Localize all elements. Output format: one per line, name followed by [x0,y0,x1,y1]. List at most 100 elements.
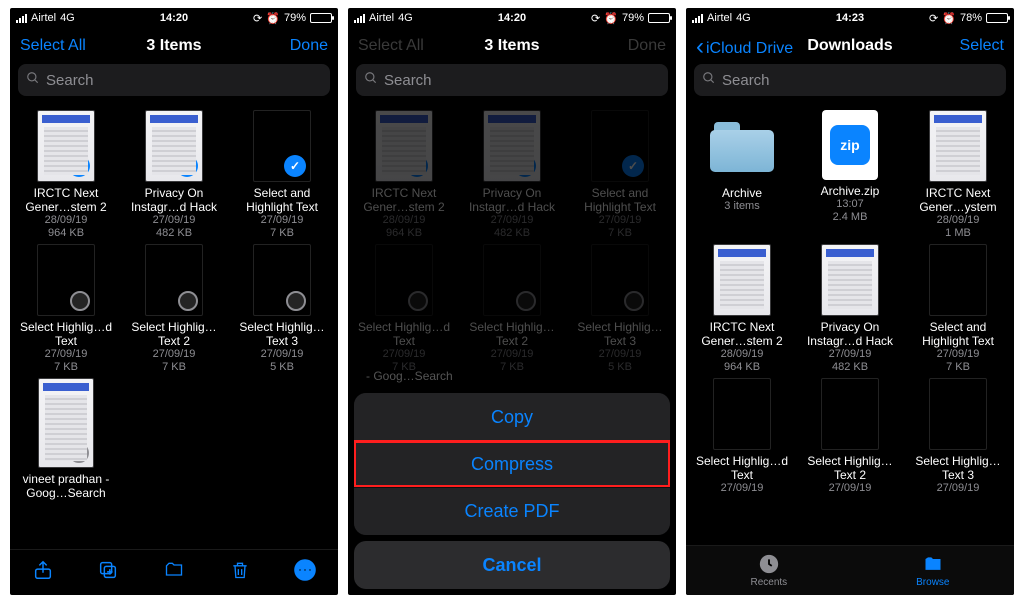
partial-file-label: - Goog…Search [366,369,453,383]
sheet-compress-button[interactable]: Compress [354,440,670,488]
nav-right-button[interactable]: Done [628,37,666,55]
file-item[interactable]: zipArchive.zip13:072.4 MB [798,110,902,240]
sheet-cancel-button[interactable]: Cancel [354,541,670,589]
clock-label: 14:23 [836,12,864,24]
file-item[interactable]: Privacy On Instagr…d Hack27/09/19482 KB [460,110,564,240]
document-thumbnail [713,244,771,316]
nav-title: Downloads [807,37,892,55]
status-bar: Airtel4G14:23⟳⏰78% [686,8,1014,28]
tab-bar: Recents Browse [686,545,1014,595]
tab-browse[interactable]: Browse [916,553,949,588]
nav-left-button[interactable]: iCloud Drive [696,32,793,60]
document-thumbnail [929,378,987,450]
file-item[interactable]: Archive3 items [690,110,794,240]
file-size: 964 KB [48,227,84,240]
file-size: 5 KB [608,361,632,374]
battery-icon [986,13,1008,23]
file-name: Privacy On Instagr…d Hack [124,186,224,214]
file-item[interactable]: Select and Highlight Text27/09/197 KB [906,244,1010,374]
battery-icon [648,13,670,23]
file-item[interactable]: Select and Highlight Text27/09/197 KB [230,110,334,240]
file-item[interactable]: Select Highlig…Text 327/09/195 KB [568,244,672,374]
file-date: 13:07 [836,198,864,211]
file-size: 482 KB [832,361,868,374]
more-icon [293,565,317,587]
file-item[interactable]: Select Highlig…d Text27/09/197 KB [352,244,456,374]
unselected-ring-icon [70,291,90,311]
search-icon [364,71,378,89]
search-input[interactable]: Search [18,64,330,96]
file-date: 28/09/19 [383,214,426,227]
tab-recents[interactable]: Recents [750,553,787,588]
carrier-label: Airtel [707,12,732,24]
file-date: 27/09/19 [599,348,642,361]
nav-right-button[interactable]: Done [290,37,328,55]
carrier-label: Airtel [369,12,394,24]
file-date: 3 items [724,200,759,213]
file-date: 27/09/19 [153,348,196,361]
file-item[interactable]: Privacy On Instagr…d Hack27/09/19482 KB [122,110,226,240]
nav-title: 3 Items [146,37,201,55]
unselected-ring-icon [624,291,644,311]
nav-left-button[interactable]: Select All [20,37,86,55]
nav-left-button[interactable]: Select All [358,37,424,55]
unselected-ring-icon [178,291,198,311]
file-date: 27/09/19 [937,348,980,361]
document-thumbnail [821,378,879,450]
file-size: 7 KB [608,227,632,240]
move-button[interactable] [154,560,194,586]
file-item[interactable]: Select Highlig…Text 227/09/197 KB [122,244,226,374]
file-name: IRCTC Next Gener…ystem [908,186,1008,214]
nav-header: iCloud Drive Downloads Select [686,28,1014,64]
file-item[interactable]: Select Highlig…Text 327/09/195 KB [230,244,334,374]
file-item[interactable]: IRCTC Next Gener…stem 228/09/19964 KB [352,110,456,240]
selected-checkmark-icon [622,155,644,177]
selected-checkmark-icon [406,155,428,177]
search-input[interactable]: Search [694,64,1006,96]
orientation-lock-icon: ⟳ [253,12,262,25]
zip-icon: zip [822,110,878,180]
nav-right-button[interactable]: Select [960,37,1004,55]
file-item[interactable]: vineet pradhan - Goog…Search [14,378,118,500]
file-size: 964 KB [386,227,422,240]
search-icon [26,71,40,89]
file-size: 7 KB [270,227,294,240]
file-name: vineet pradhan - Goog…Search [16,472,116,500]
document-thumbnail [253,244,311,316]
document-thumbnail [821,244,879,316]
search-placeholder: Search [46,72,94,89]
more-button[interactable] [285,558,325,588]
file-item[interactable]: Privacy On Instagr…d Hack27/09/19482 KB [798,244,902,374]
file-item[interactable]: Select Highlig…Text 227/09/197 KB [460,244,564,374]
sheet-create-pdf-button[interactable]: Create PDF [354,487,670,535]
search-input[interactable]: Search [356,64,668,96]
status-bar: Airtel4G14:20⟳⏰79% [10,8,338,28]
signal-icon [354,13,365,23]
move-icon [162,563,186,585]
alarm-icon: ⏰ [942,12,956,25]
file-name: Select Highlig…Text 2 [462,320,562,348]
duplicate-button[interactable] [88,559,128,587]
file-item[interactable]: IRCTC Next Gener…ystem28/09/191 MB [906,110,1010,240]
folder-icon [921,553,945,575]
file-item[interactable]: Select Highlig…d Text27/09/197 KB [14,244,118,374]
file-name: Select Highlig…Text 3 [570,320,670,348]
file-item[interactable]: IRCTC Next Gener…stem 228/09/19964 KB [14,110,118,240]
file-size: 7 KB [946,361,970,374]
sheet-copy-button[interactable]: Copy [354,393,670,441]
file-name: Select Highlig…Text 3 [232,320,332,348]
folder-icon [710,120,774,172]
file-date: 27/09/19 [261,348,304,361]
file-date: 27/09/19 [721,482,764,495]
file-item[interactable]: Select Highlig…Text 327/09/19 [906,378,1010,495]
share-button[interactable] [23,559,63,587]
file-item[interactable]: IRCTC Next Gener…stem 228/09/19964 KB [690,244,794,374]
signal-icon [692,13,703,23]
file-item[interactable]: Select Highlig…d Text27/09/19 [690,378,794,495]
file-item[interactable]: Select Highlig…Text 227/09/19 [798,378,902,495]
file-item[interactable]: Select and Highlight Text27/09/197 KB [568,110,672,240]
document-thumbnail [145,110,203,182]
trash-button[interactable] [220,559,260,587]
document-thumbnail [713,378,771,450]
network-label: 4G [736,12,751,24]
